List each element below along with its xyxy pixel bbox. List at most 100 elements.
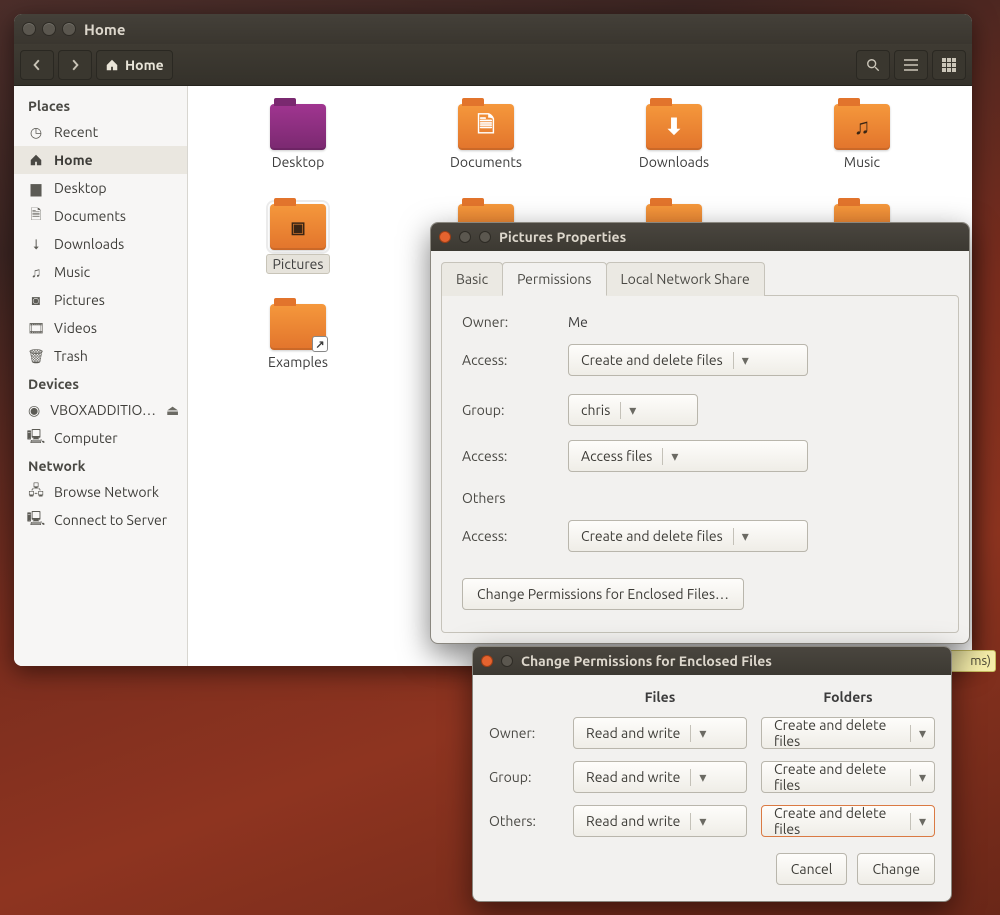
window-close-button[interactable] (22, 22, 36, 36)
folder-examples[interactable]: ↗ Examples (208, 304, 388, 404)
download-icon: ⬇ (646, 104, 702, 150)
others-access-combo[interactable]: Create and delete files ▾ (568, 520, 808, 552)
sidebar-item-label: Documents (54, 208, 126, 224)
nav-back-button[interactable] (20, 50, 54, 80)
document-icon: 🗎 (458, 104, 514, 150)
owner-files-combo[interactable]: Read and write ▾ (573, 717, 747, 749)
sidebar-item-vbox[interactable]: ◉ VBOXADDITIO… ⏏ (14, 396, 187, 424)
window-minimize-button[interactable] (42, 22, 56, 36)
dialog-close-button[interactable] (439, 231, 451, 243)
window-maximize-button[interactable] (62, 22, 76, 36)
owner-access-label: Access: (462, 352, 552, 368)
tab-panel-permissions: Owner: Me Access: Create and delete file… (441, 295, 959, 633)
folders-column-header: Folders (761, 689, 935, 705)
dialog-minimize-button[interactable] (459, 231, 471, 243)
sidebar-item-music[interactable]: ♫ Music (14, 258, 187, 286)
others-folders-combo[interactable]: Create and delete files ▾ (761, 805, 935, 837)
folder-icon: ⬇ (646, 104, 702, 150)
window-title: Home (84, 21, 125, 38)
combo-value: Access files (581, 448, 652, 464)
chevron-down-icon: ▾ (910, 725, 926, 742)
others-access-label: Access: (462, 528, 552, 544)
sidebar-item-trash[interactable]: 🗑 Trash (14, 342, 187, 370)
tab-permissions[interactable]: Permissions (502, 262, 606, 296)
others-files-combo[interactable]: Read and write ▾ (573, 805, 747, 837)
tab-basic[interactable]: Basic (441, 262, 503, 296)
view-grid-button[interactable] (932, 50, 966, 80)
dialog-titlebar[interactable]: Pictures Properties (431, 223, 969, 251)
folder-desktop[interactable]: Desktop (208, 104, 388, 204)
change-enclosed-button[interactable]: Change Permissions for Enclosed Files… (462, 578, 744, 610)
owner-access-combo[interactable]: Create and delete files ▾ (568, 344, 808, 376)
sidebar-item-computer[interactable]: 🖳 Computer (14, 424, 187, 452)
sidebar-item-label: VBOXADDITIO… (50, 402, 156, 418)
dialog-maximize-button[interactable] (479, 231, 491, 243)
dialog-close-button[interactable] (481, 655, 493, 667)
combo-value: Read and write (586, 769, 680, 785)
search-button[interactable] (856, 50, 890, 80)
tab-share[interactable]: Local Network Share (606, 262, 765, 296)
image-icon: ▣ (270, 204, 326, 250)
sidebar-item-downloads[interactable]: ⭣ Downloads (14, 230, 187, 258)
folder-music[interactable]: ♫ Music (772, 104, 952, 204)
clock-icon: ◷ (28, 124, 44, 141)
chevron-down-icon: ▾ (910, 769, 926, 786)
cancel-button[interactable]: Cancel (776, 853, 848, 885)
group-access-combo[interactable]: Access files ▾ (568, 440, 808, 472)
properties-dialog: Pictures Properties Basic Permissions Lo… (430, 222, 970, 644)
owner-row-label: Owner: (489, 725, 559, 741)
breadcrumb-home[interactable]: Home (96, 50, 173, 80)
sidebar-item-label: Music (54, 264, 90, 280)
eject-icon[interactable]: ⏏ (166, 402, 179, 419)
sidebar-header-network: Network (14, 452, 187, 478)
folder-documents[interactable]: 🗎 Documents (396, 104, 576, 204)
network-icon: 🖧 (28, 480, 44, 504)
download-icon: ⭣ (28, 236, 44, 253)
folder-icon: ▆ (28, 180, 44, 197)
combo-value: Create and delete files (774, 761, 900, 793)
enclosed-permissions-dialog: Change Permissions for Enclosed Files Fi… (472, 646, 952, 902)
chevron-down-icon: ▾ (733, 352, 749, 369)
change-button[interactable]: Change (857, 853, 935, 885)
sidebar-item-label: Trash (54, 348, 88, 364)
sidebar-item-label: Pictures (54, 292, 105, 308)
owner-label: Owner: (462, 314, 552, 330)
dialog-maximize-button[interactable] (501, 655, 513, 667)
sidebar-item-browse-network[interactable]: 🖧 Browse Network (14, 478, 187, 506)
group-files-combo[interactable]: Read and write ▾ (573, 761, 747, 793)
sidebar-item-label: Computer (54, 430, 118, 446)
chevron-down-icon: ▾ (690, 813, 706, 830)
tabs: Basic Permissions Local Network Share (431, 251, 969, 295)
chevron-down-icon: ▾ (620, 402, 636, 419)
server-icon: 🖳 (28, 508, 44, 532)
sidebar-item-label: Desktop (54, 180, 107, 196)
sidebar-item-videos[interactable]: 🎞 Videos (14, 314, 187, 342)
folder-icon: ↗ (270, 304, 326, 350)
owner-folders-combo[interactable]: Create and delete files ▾ (761, 717, 935, 749)
sidebar-item-documents[interactable]: 🗎 Documents (14, 202, 187, 230)
group-row-label: Group: (489, 769, 559, 785)
combo-value: Create and delete files (581, 528, 723, 544)
hamburger-menu-button[interactable] (894, 50, 928, 80)
dialog-titlebar[interactable]: Change Permissions for Enclosed Files (473, 647, 951, 675)
group-combo[interactable]: chris ▾ (568, 394, 698, 426)
combo-value: Create and delete files (774, 805, 900, 837)
window-titlebar[interactable]: Home (14, 14, 972, 44)
sidebar-item-recent[interactable]: ◷ Recent (14, 118, 187, 146)
computer-icon: 🖳 (28, 426, 44, 450)
sidebar-item-home[interactable]: Home (14, 146, 187, 174)
folder-label: Desktop (272, 154, 325, 170)
sidebar-item-desktop[interactable]: ▆ Desktop (14, 174, 187, 202)
folder-icon: 🗎 (458, 104, 514, 150)
sidebar-item-connect-server[interactable]: 🖳 Connect to Server (14, 506, 187, 534)
folder-icon: ▣ (270, 204, 326, 250)
sidebar-item-pictures[interactable]: ◙ Pictures (14, 286, 187, 314)
nav-forward-button[interactable] (58, 50, 92, 80)
folder-label: Pictures (266, 254, 331, 274)
shortcut-arrow-icon: ↗ (312, 336, 328, 352)
folder-downloads[interactable]: ⬇ Downloads (584, 104, 764, 204)
folder-label: Downloads (639, 154, 709, 170)
group-folders-combo[interactable]: Create and delete files ▾ (761, 761, 935, 793)
folder-pictures[interactable]: ▣ Pictures (208, 204, 388, 304)
sidebar-item-label: Browse Network (54, 484, 159, 500)
